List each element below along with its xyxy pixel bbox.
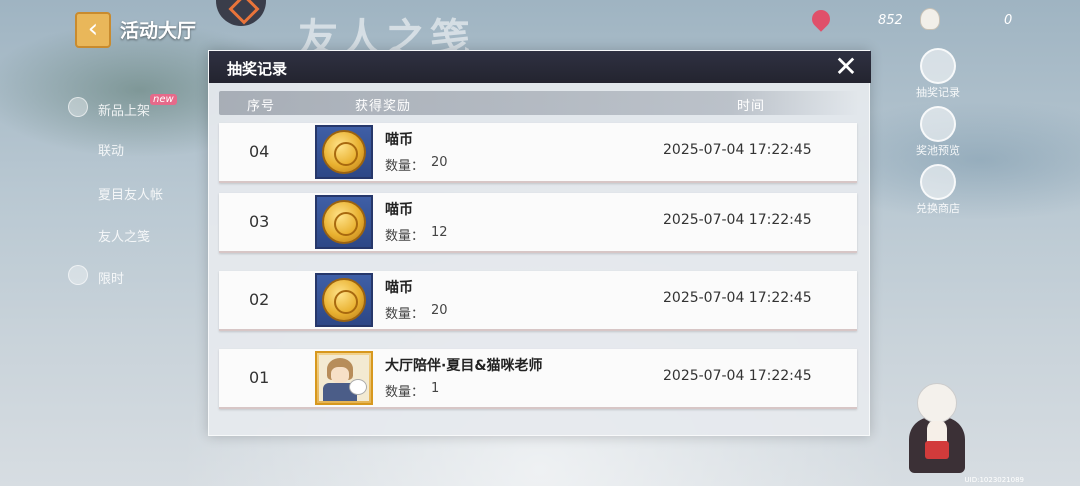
table-header: 序号 获得奖励 时间 — [219, 91, 859, 115]
row-index: 02 — [249, 290, 270, 309]
qty-label: 数量： — [385, 385, 425, 400]
qty-label: 数量： — [385, 229, 425, 244]
row-index: 03 — [249, 212, 270, 231]
qty-label: 数量： — [385, 159, 425, 174]
draw-time: 2025-07-04 17:22:45 — [663, 212, 812, 228]
new-badge: new — [150, 94, 177, 105]
cat-coin-icon — [920, 8, 940, 30]
new-item-icon — [68, 97, 88, 117]
draw-time: 2025-07-04 17:22:45 — [663, 368, 812, 384]
reward-name: 大厅陪伴·夏目&猫咪老师 — [385, 358, 543, 374]
qty-value: 20 — [431, 155, 448, 170]
back-arrow-icon[interactable]: ‹ — [75, 12, 111, 48]
draw-record-icon[interactable] — [920, 48, 956, 84]
table-row: 03 喵币 数量： 12 2025-07-04 17:22:45 — [219, 193, 857, 253]
currency-amount-2: 0 — [1004, 13, 1013, 28]
mascot-character — [905, 375, 969, 475]
reward-name: 喵币 — [385, 132, 413, 148]
side-menu-natsume[interactable]: 夏目友人帐 — [98, 184, 163, 203]
draw-record-dialog: 抽奖记录 ✕ 序号 获得奖励 时间 04 喵币 数量： 20 2025-07-0… — [208, 50, 871, 436]
close-icon[interactable]: ✕ — [833, 53, 859, 81]
coin-icon — [322, 200, 366, 244]
shop-icon[interactable] — [920, 164, 956, 200]
table-row: 01 大厅陪伴·夏目&猫咪老师 数量： 1 2025-07-04 17:22:4… — [219, 349, 857, 409]
coin-icon — [322, 130, 366, 174]
side-menu-friend-letter[interactable]: 友人之笺 — [98, 226, 150, 245]
item-frame[interactable] — [315, 273, 373, 327]
column-time: 时间 — [737, 99, 766, 114]
right-menu-draw-record[interactable]: 抽奖记录 — [906, 84, 970, 100]
currency-amount: 852 — [878, 13, 903, 28]
side-menu-new[interactable]: 新品上架 — [98, 100, 150, 119]
dialog-header: 抽奖记录 ✕ — [209, 51, 871, 83]
clock-icon — [68, 265, 88, 285]
hall-title: 活动大厅 — [120, 20, 197, 42]
draw-time: 2025-07-04 17:22:45 — [663, 142, 812, 158]
uid-text: UID:1023021089 — [964, 476, 1024, 484]
dialog-title: 抽奖记录 — [227, 60, 288, 78]
column-index: 序号 — [247, 99, 276, 114]
table-row: 04 喵币 数量： 20 2025-07-04 17:22:45 — [219, 123, 857, 183]
item-frame[interactable] — [315, 351, 373, 405]
item-frame[interactable] — [315, 195, 373, 249]
side-menu-collab[interactable]: 联动 — [98, 140, 124, 159]
portrait-icon — [319, 355, 369, 401]
side-menu-limited[interactable]: 限时 — [98, 268, 124, 287]
coin-icon — [322, 278, 366, 322]
row-index: 01 — [249, 368, 270, 387]
item-frame[interactable] — [315, 125, 373, 179]
qty-value: 20 — [431, 303, 448, 318]
draw-time: 2025-07-04 17:22:45 — [663, 290, 812, 306]
column-reward: 获得奖励 — [355, 99, 412, 114]
scroll-icon[interactable] — [920, 106, 956, 142]
right-menu-pool-preview[interactable]: 奖池预览 — [906, 142, 970, 158]
reward-name: 喵币 — [385, 202, 413, 218]
qty-value: 12 — [431, 225, 448, 240]
qty-label: 数量： — [385, 307, 425, 322]
row-index: 04 — [249, 142, 270, 161]
qty-value: 1 — [431, 381, 440, 396]
table-row: 02 喵币 数量： 20 2025-07-04 17:22:45 — [219, 271, 857, 331]
reward-name: 喵币 — [385, 280, 413, 296]
right-menu-exchange-shop[interactable]: 兑换商店 — [906, 200, 970, 216]
